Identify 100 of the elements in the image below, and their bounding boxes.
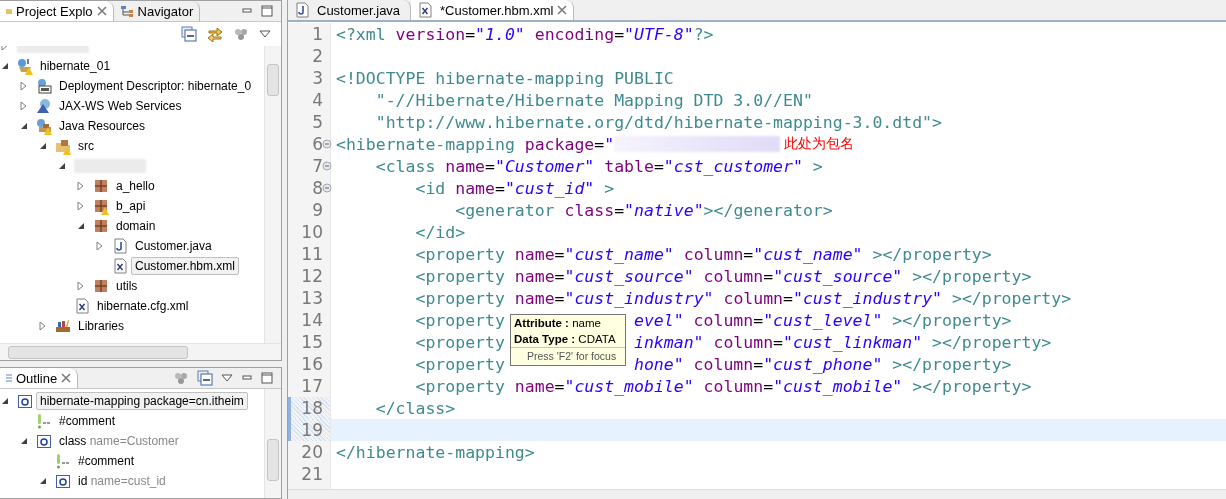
line-number: 7 — [288, 155, 330, 177]
line-number: 18 — [288, 397, 330, 419]
code-text: "-//Hibernate/Hibernate Mapping DTD 3.0//EN" — [374, 90, 813, 110]
project-icon — [17, 58, 33, 74]
line-number: 8 — [288, 177, 330, 199]
close-icon[interactable] — [61, 373, 72, 384]
library-icon — [55, 318, 71, 334]
tree-item[interactable]: utils — [112, 277, 142, 295]
code-text: <hibernate-mapping package=" — [336, 134, 615, 154]
line-number: 12 — [300, 265, 324, 287]
expanded-arrow-icon[interactable] — [57, 161, 67, 171]
code-text: </id> — [414, 222, 466, 242]
tree-item[interactable]: src — [74, 137, 98, 155]
editor-tab[interactable]: *Customer.hbm.xml — [411, 0, 575, 20]
tree-item[interactable]: hibernate-mapping package=cn.itheim — [36, 392, 248, 411]
expanded-arrow-icon[interactable] — [38, 476, 48, 487]
link-arrows-icon[interactable] — [207, 26, 223, 42]
tree-item[interactable]: a_hello — [112, 177, 159, 195]
view-tab[interactable]: Outline — [0, 368, 79, 389]
fold-toggle-icon[interactable] — [322, 183, 332, 193]
package-icon — [93, 278, 109, 294]
xml-file-icon — [74, 298, 90, 314]
line-number: 5 — [311, 111, 324, 133]
expanded-arrow-icon[interactable] — [19, 436, 29, 447]
java-file-icon — [294, 2, 310, 18]
view-tab[interactable]: Project Explo — [0, 1, 114, 21]
tree-item[interactable]: Java Resources — [55, 117, 150, 135]
descriptor-icon — [36, 78, 52, 94]
code-text: inkman" column="cust_linkman" ></property> — [634, 332, 1052, 352]
line-number: 16 — [300, 353, 324, 375]
fold-toggle-icon[interactable] — [322, 139, 332, 149]
code-text: <generator class="native"></generator> — [454, 200, 833, 220]
java-file-icon — [112, 238, 128, 254]
tree-item[interactable]: #comment — [74, 452, 139, 471]
code-text: <property — [414, 332, 505, 352]
line-number: 3 — [311, 67, 324, 89]
code-text: <property name="cust_source" column="cust_source" ></property> — [414, 266, 1032, 286]
xml-file-icon — [112, 258, 128, 274]
code-text: <id name="cust_id" > — [414, 178, 615, 198]
code-text: <property — [414, 310, 505, 330]
element-icon — [36, 433, 52, 450]
code-text: <property — [414, 354, 505, 374]
filter-icon[interactable] — [173, 370, 189, 387]
tree-item[interactable]: Libraries — [74, 317, 129, 335]
view-menu-icon[interactable] — [221, 374, 233, 383]
line-number: 4 — [311, 89, 324, 111]
line-number: 19 — [288, 419, 330, 441]
collapse-all-icon[interactable] — [181, 26, 197, 42]
tree-item[interactable]: id name=cust_id — [74, 472, 170, 491]
line-number: 11 — [300, 243, 324, 265]
tree-item[interactable]: Deployment Descriptor: hibernate_0 — [55, 77, 256, 95]
expanded-arrow-icon[interactable] — [19, 121, 29, 131]
line-number: 20 — [300, 441, 324, 463]
maximize-icon[interactable] — [261, 372, 273, 385]
horizontal-scrollbar[interactable] — [0, 343, 281, 361]
code-text: hone" column="cust_phone" ></property> — [634, 354, 1012, 374]
tree-item[interactable]: b_api — [112, 197, 150, 215]
package-icon — [93, 198, 109, 214]
annotation-text: 此处为包名 — [784, 135, 855, 153]
element-icon — [55, 473, 71, 490]
line-number: 14 — [300, 309, 324, 331]
view-menu-icon[interactable] — [259, 30, 271, 38]
tree-item[interactable]: Customer.hbm.xml — [131, 257, 240, 275]
expanded-arrow-icon[interactable] — [38, 141, 48, 151]
tree-item[interactable]: class name=Customer — [55, 432, 183, 451]
filter-icon[interactable] — [233, 26, 249, 42]
tree-item[interactable]: domain — [112, 217, 160, 235]
tree-item[interactable]: hibernate.cfg.xml — [93, 297, 193, 315]
close-icon[interactable] — [96, 6, 107, 16]
line-number: 1 — [311, 23, 324, 45]
tree-item[interactable]: hibernate_01 — [36, 57, 115, 75]
source-folder-icon — [55, 138, 71, 154]
navigator-icon — [119, 5, 134, 17]
xml-file-icon — [417, 2, 433, 18]
line-number: 10 — [300, 221, 324, 243]
expanded-arrow-icon[interactable] — [0, 396, 10, 407]
close-icon[interactable] — [557, 5, 568, 15]
line-number: 13 — [300, 287, 324, 309]
package-icon — [93, 178, 109, 194]
expanded-arrow-icon[interactable] — [76, 221, 86, 231]
tree-item[interactable]: Customer.java — [131, 237, 216, 255]
element-icon — [17, 393, 33, 410]
maximize-icon[interactable] — [261, 5, 273, 17]
vertical-scrollbar[interactable] — [264, 389, 281, 498]
tooltip-hint: Press 'F2' for focus — [511, 347, 625, 365]
resources-icon — [36, 118, 52, 134]
tree-item[interactable]: JAX-WS Web Services — [55, 97, 186, 115]
tooltip-text: Data Type : CDATA — [513, 332, 617, 347]
code-text: evel" column="cust_level" ></property> — [634, 310, 1012, 330]
line-number: 2 — [311, 45, 324, 67]
expanded-arrow-icon[interactable] — [0, 61, 10, 71]
comment-icon — [55, 453, 71, 470]
horizontal-scrollbar[interactable] — [288, 489, 1226, 499]
comment-icon — [36, 413, 52, 430]
code-text: <?xml version="1.0" encoding="UTF-8"?> — [336, 24, 714, 44]
fold-toggle-icon[interactable] — [322, 161, 332, 171]
line-number: 9 — [311, 199, 324, 221]
vertical-scrollbar[interactable] — [264, 46, 281, 344]
collapse-all-icon[interactable] — [197, 370, 213, 387]
tree-item[interactable]: #comment — [55, 412, 120, 431]
